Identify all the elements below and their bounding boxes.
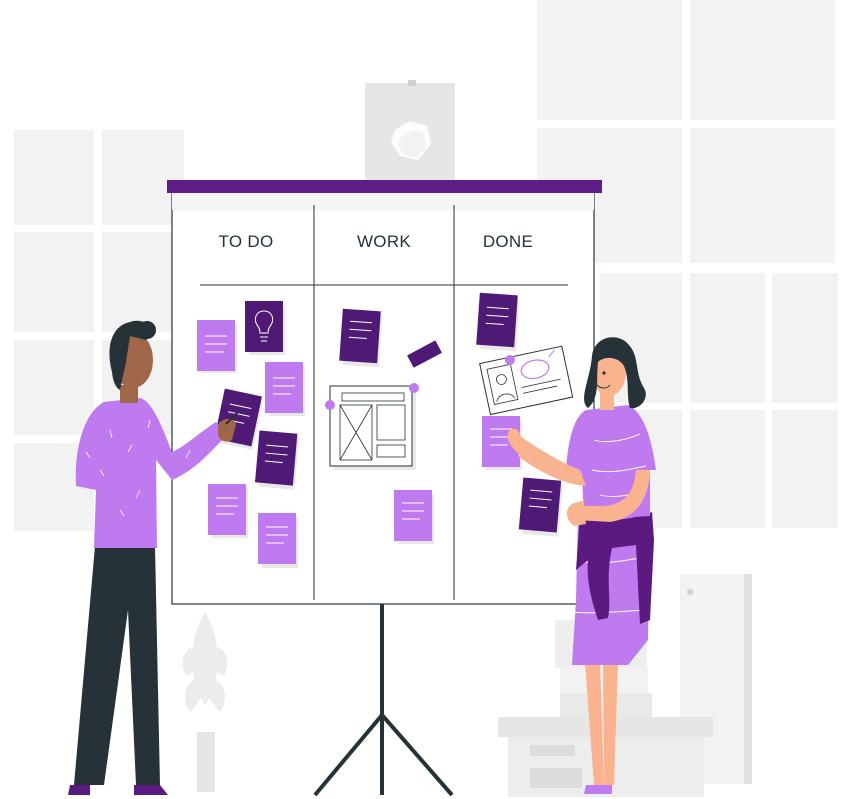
sticky-note-idea: [245, 301, 285, 355]
sticky-note: [265, 362, 305, 416]
plant: [182, 612, 228, 792]
column-todo-label: TO DO: [218, 232, 273, 251]
wall-poster: [365, 80, 455, 181]
sticky-note: [258, 513, 298, 568]
easel-stand: [313, 600, 454, 797]
sticky-note: [394, 490, 434, 544]
column-done-label: DONE: [483, 232, 533, 251]
kanban-illustration: TO DO WORK DONE: [14, 0, 838, 797]
sticky-note: [339, 308, 383, 368]
column-work-label: WORK: [357, 232, 411, 251]
wireframe-card: [325, 383, 419, 470]
sticky-note: [197, 320, 237, 373]
sticky-note: [254, 430, 300, 490]
sticky-note: [476, 292, 520, 352]
sticky-note: [208, 484, 248, 538]
sticky-note: [518, 477, 563, 537]
pin: [505, 355, 515, 365]
